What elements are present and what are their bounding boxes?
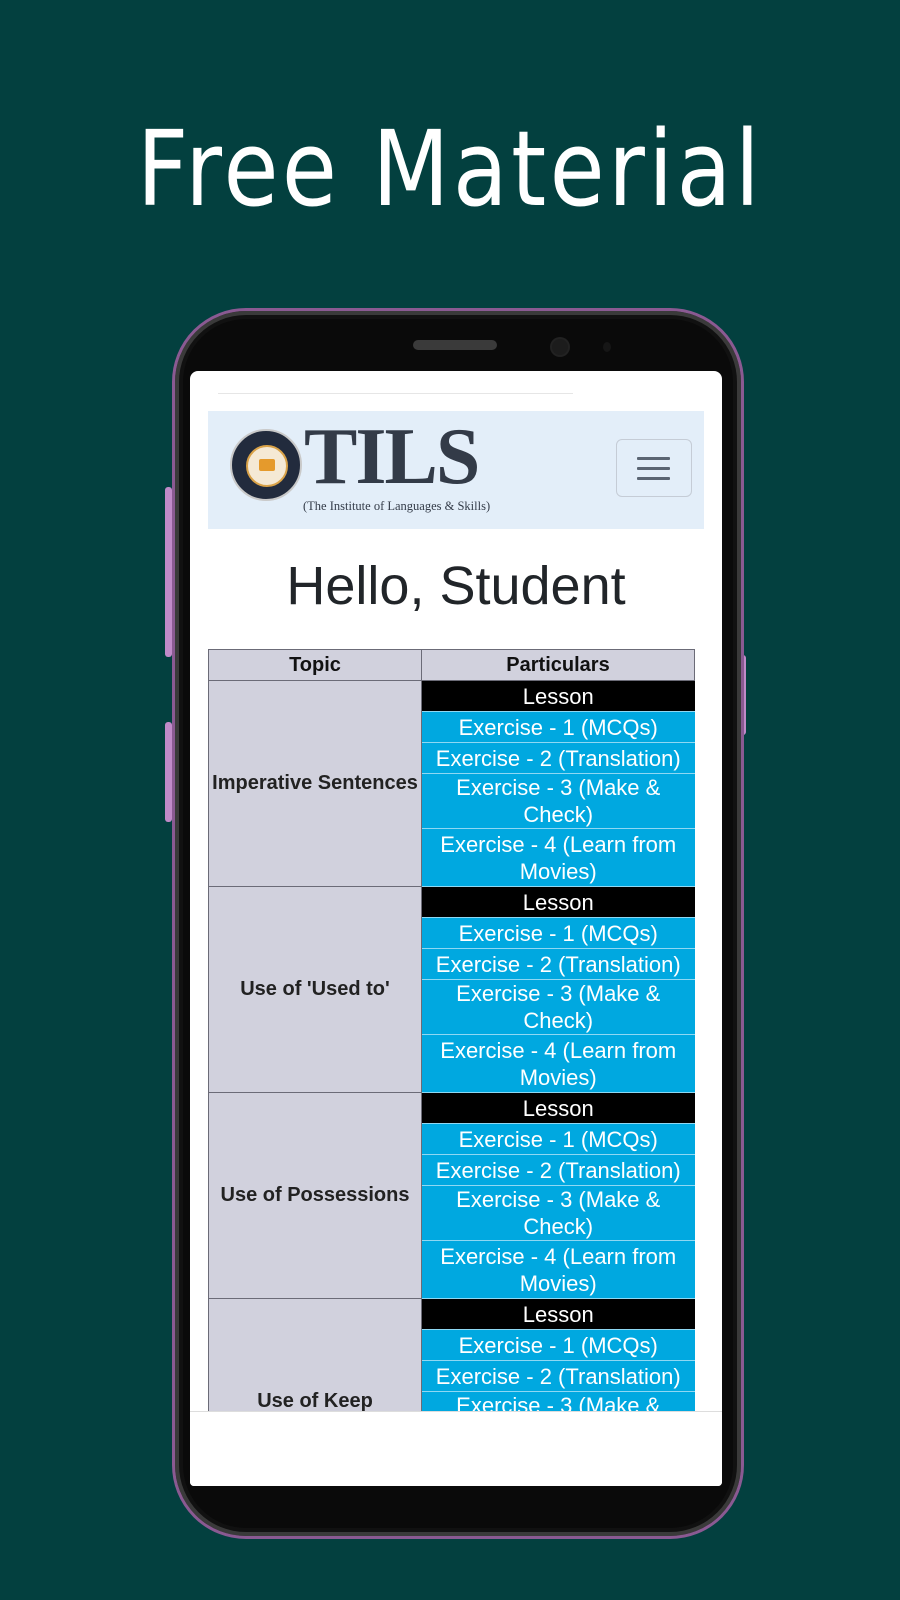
exercise-3-link[interactable]: Exercise - 3 (Make & Check) [421, 1185, 695, 1241]
phone-speaker [413, 340, 497, 350]
browser-bottom-area [190, 1411, 722, 1486]
brand-subtitle: (The Institute of Languages & Skills) [303, 499, 491, 513]
front-camera-icon [552, 339, 568, 355]
header-particulars: Particulars [421, 649, 695, 681]
lesson-link[interactable]: Lesson [421, 680, 695, 712]
exercise-2-link[interactable]: Exercise - 2 (Translation) [421, 948, 695, 980]
promo-title: Free Material [136, 108, 764, 230]
hamburger-line [637, 467, 670, 470]
address-bar-divider [218, 393, 573, 394]
exercise-2-link[interactable]: Exercise - 2 (Translation) [421, 742, 695, 774]
exercise-1-link[interactable]: Exercise - 1 (MCQs) [421, 917, 695, 949]
topic-cell: Imperative Sentences [208, 680, 422, 887]
hamburger-line [637, 477, 670, 480]
proximity-sensor [603, 342, 611, 352]
material-table: Topic Particulars Imperative Sentences Le… [208, 649, 695, 1486]
hamburger-menu-button[interactable] [616, 439, 692, 497]
table-row: Use of Keep Lesson [208, 1298, 695, 1486]
lesson-link[interactable]: Lesson [421, 1298, 695, 1330]
exercise-3-link[interactable]: Exercise - 3 (Make & Check) [421, 773, 695, 829]
phone-screen: TILS (The Institute of Languages & Skill… [190, 371, 722, 1486]
page-title: Hello, Student [286, 556, 626, 616]
header-topic: Topic [208, 649, 422, 681]
brand-name[interactable]: TILS [304, 417, 480, 497]
exercise-4-link[interactable]: Exercise - 4 (Learn from Movies) [421, 828, 695, 887]
topic-cell: Use of Possessions [208, 1092, 422, 1299]
table-header-row: Topic Particulars [208, 649, 695, 681]
topic-cell: Use of 'Used to' [208, 886, 422, 1093]
hamburger-menu-icon [637, 457, 670, 460]
navbar: TILS (The Institute of Languages & Skill… [208, 411, 704, 529]
tils-logo-icon[interactable] [230, 429, 302, 501]
exercise-1-link[interactable]: Exercise - 1 (MCQs) [421, 1329, 695, 1361]
exercise-4-link[interactable]: Exercise - 4 (Learn from Movies) [421, 1240, 695, 1299]
exercise-3-link[interactable]: Exercise - 3 (Make & Check) [421, 979, 695, 1035]
book-icon [259, 459, 275, 471]
lesson-link[interactable]: Lesson [421, 1092, 695, 1124]
lesson-link[interactable]: Lesson [421, 886, 695, 918]
table-row: Use of 'Used to' Lesson [208, 886, 695, 1093]
table-row: Use of Possessions Lesson [208, 1092, 695, 1299]
table-row: Imperative Sentences Lesson [208, 680, 695, 887]
exercise-1-link[interactable]: Exercise - 1 (MCQs) [421, 711, 695, 743]
exercise-2-link[interactable]: Exercise - 2 (Translation) [421, 1360, 695, 1392]
exercise-2-link[interactable]: Exercise - 2 (Translation) [421, 1154, 695, 1186]
exercise-1-link[interactable]: Exercise - 1 (MCQs) [421, 1123, 695, 1155]
phone-volume-button [165, 487, 172, 657]
phone-bixby-button [165, 722, 172, 822]
exercise-4-link[interactable]: Exercise - 4 (Learn from Movies) [421, 1034, 695, 1093]
